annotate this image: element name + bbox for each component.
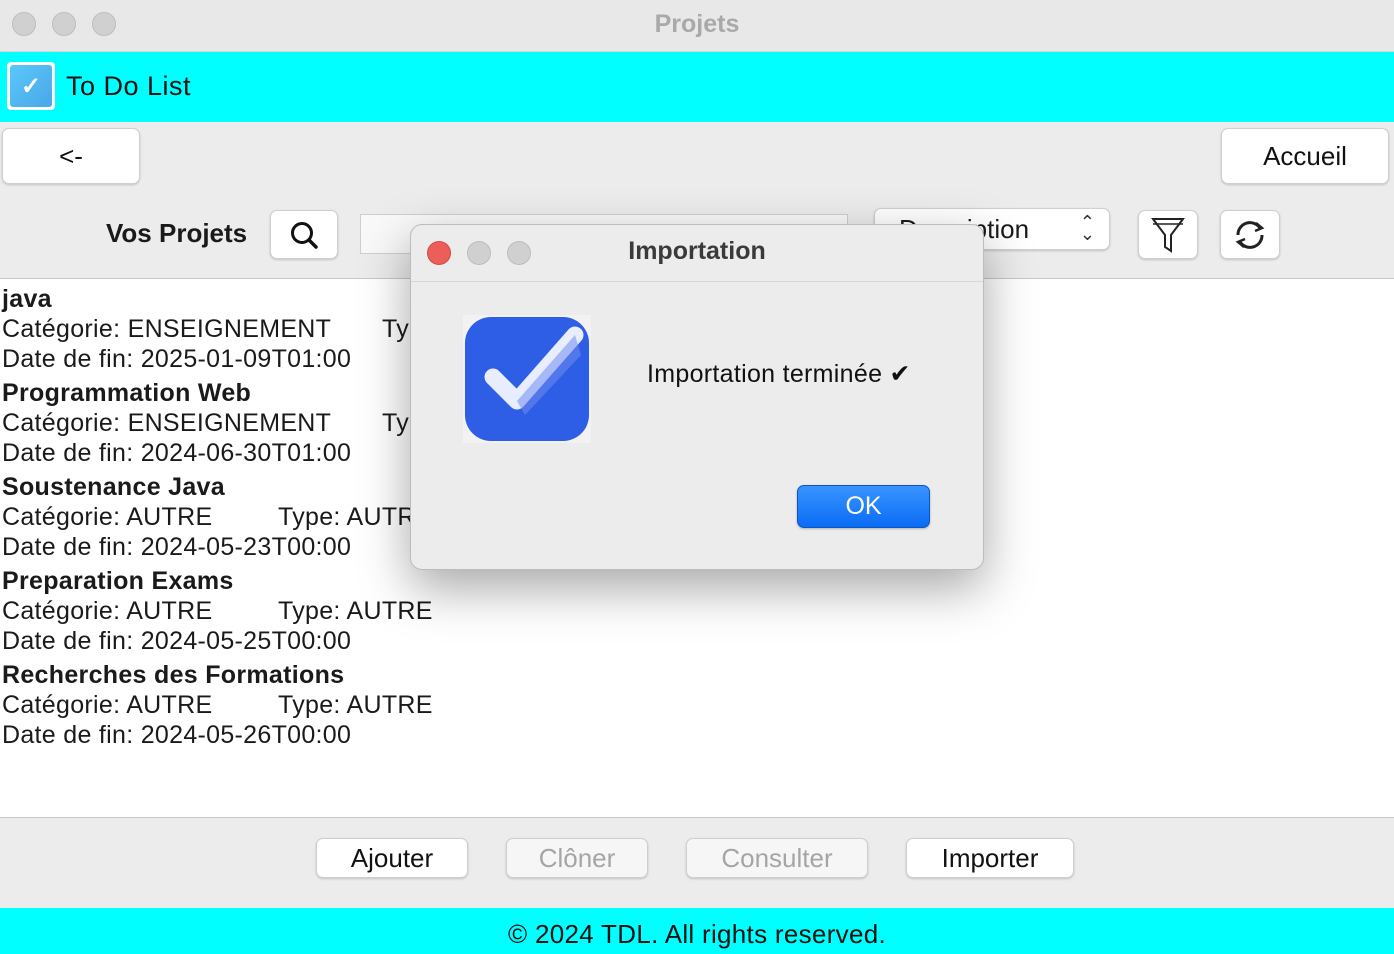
- window-titlebar: Projets: [0, 0, 1394, 52]
- magnifier-icon: [291, 221, 318, 249]
- project-end-date: Date de fin: 2024-05-26T00:00: [2, 721, 352, 749]
- footer-copyright: © 2024 TDL. All rights reserved.: [0, 908, 1394, 954]
- project-category: Catégorie: AUTRE: [2, 597, 213, 625]
- back-button[interactable]: <-: [2, 128, 140, 184]
- search-button[interactable]: [270, 210, 338, 259]
- filter-button[interactable]: [1138, 210, 1198, 259]
- refresh-icon: [1235, 220, 1265, 249]
- project-type: Type: AUTRE: [278, 691, 433, 719]
- project-type: Type: AUTRE: [278, 597, 433, 625]
- checkbox-icon: [463, 315, 591, 443]
- dialog-title: Importation: [628, 237, 766, 265]
- project-category: Catégorie: AUTRE: [2, 691, 213, 719]
- dialog-message: Importation terminée ✔: [647, 360, 911, 388]
- add-button[interactable]: Ajouter: [316, 838, 468, 878]
- dialog-titlebar: Importation: [411, 225, 983, 282]
- funnel-icon: [1151, 217, 1185, 253]
- import-button[interactable]: Importer: [906, 838, 1074, 878]
- project-category: Catégorie: ENSEIGNEMENT: [2, 315, 332, 343]
- window-title: Projets: [654, 10, 740, 38]
- project-end-date: Date de fin: 2024-05-25T00:00: [2, 627, 352, 655]
- section-label: Vos Projets: [106, 218, 248, 248]
- project-name: Preparation Exams: [2, 567, 234, 595]
- refresh-button[interactable]: [1220, 210, 1280, 259]
- list-item[interactable]: Recherches des Formations Catégorie: AUT…: [2, 660, 1002, 750]
- project-category: Catégorie: AUTRE: [2, 503, 213, 531]
- clone-button[interactable]: Clôner: [506, 838, 648, 878]
- list-item[interactable]: Preparation Exams Catégorie: AUTRE Type: …: [2, 566, 1002, 656]
- project-name: Recherches des Formations: [2, 661, 345, 689]
- checkbox-icon: ✓: [7, 62, 55, 110]
- app-header: ✓ To Do List: [0, 52, 1394, 122]
- chevron-updown-icon: ⌃ ⌄: [1079, 212, 1095, 244]
- app-title: To Do List: [66, 71, 192, 101]
- import-dialog: Importation Importation terminée ✔ OK: [410, 224, 984, 570]
- project-category: Catégorie: ENSEIGNEMENT: [2, 409, 332, 437]
- ok-button[interactable]: OK: [797, 485, 930, 528]
- home-button[interactable]: Accueil: [1221, 128, 1389, 184]
- view-button[interactable]: Consulter: [686, 838, 868, 878]
